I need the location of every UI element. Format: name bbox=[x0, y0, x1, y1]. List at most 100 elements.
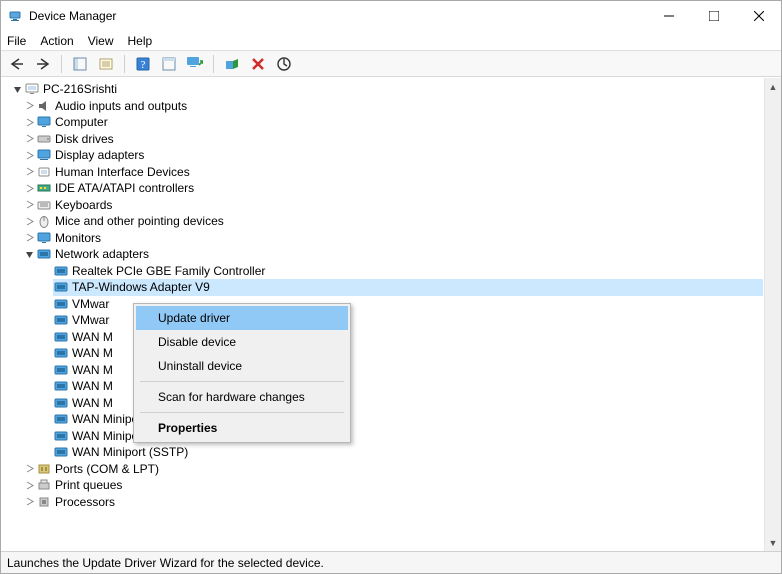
action-center-button[interactable] bbox=[157, 53, 181, 75]
help-button[interactable]: ? bbox=[131, 53, 155, 75]
scroll-up-icon[interactable]: ▲ bbox=[765, 78, 781, 95]
display-adapter-icon bbox=[36, 147, 52, 163]
hid-icon bbox=[36, 164, 52, 180]
tree-label: WAN M bbox=[72, 395, 113, 412]
enable-device-button[interactable] bbox=[220, 53, 244, 75]
keyboard-icon bbox=[36, 197, 52, 213]
menu-help[interactable]: Help bbox=[128, 34, 153, 48]
chevron-down-icon[interactable] bbox=[23, 248, 35, 260]
vertical-scrollbar[interactable]: ▲ ▼ bbox=[764, 78, 781, 551]
window-title: Device Manager bbox=[29, 9, 646, 23]
monitor-icon bbox=[36, 230, 52, 246]
processor-icon bbox=[36, 494, 52, 510]
tree-category[interactable]: Monitors bbox=[23, 230, 763, 247]
update-driver-button[interactable] bbox=[183, 53, 207, 75]
tree-category[interactable]: IDE ATA/ATAPI controllers bbox=[23, 180, 763, 197]
properties-button[interactable] bbox=[94, 53, 118, 75]
tree-label: WAN Miniport (SSTP) bbox=[72, 444, 188, 461]
tree-label: Ports (COM & LPT) bbox=[55, 461, 159, 478]
network-adapter-icon bbox=[53, 312, 69, 328]
tree-category[interactable]: Print queues bbox=[23, 477, 763, 494]
tree-label: VMwar bbox=[72, 312, 109, 329]
disk-drive-icon bbox=[36, 131, 52, 147]
tree-label: Network adapters bbox=[55, 246, 149, 263]
tree-device-selected[interactable]: TAP-Windows Adapter V9 bbox=[53, 279, 763, 296]
tree-label: Disk drives bbox=[55, 131, 114, 148]
show-hide-console-tree-button[interactable] bbox=[68, 53, 92, 75]
menu-action[interactable]: Action bbox=[40, 34, 73, 48]
context-menu: Update driver Disable device Uninstall d… bbox=[133, 303, 351, 443]
uninstall-device-button[interactable] bbox=[246, 53, 270, 75]
tree-label: Keyboards bbox=[55, 197, 112, 214]
scan-hardware-button[interactable] bbox=[272, 53, 296, 75]
chevron-right-icon[interactable] bbox=[23, 215, 35, 227]
network-adapter-icon bbox=[53, 362, 69, 378]
chevron-right-icon[interactable] bbox=[23, 182, 35, 194]
tree-label: Audio inputs and outputs bbox=[55, 98, 187, 115]
chevron-down-icon[interactable] bbox=[11, 83, 23, 95]
tree-root[interactable]: PC-216Srishti bbox=[11, 81, 763, 98]
mouse-icon bbox=[36, 213, 52, 229]
chevron-right-icon[interactable] bbox=[23, 166, 35, 178]
maximize-button[interactable] bbox=[691, 1, 736, 31]
tree-device[interactable]: WAN Miniport (SSTP) bbox=[53, 444, 763, 461]
back-button[interactable] bbox=[5, 53, 29, 75]
chevron-right-icon[interactable] bbox=[23, 100, 35, 112]
device-tree[interactable]: PC-216Srishti Audio inputs and outputs C… bbox=[1, 78, 763, 551]
tree-category[interactable]: Human Interface Devices bbox=[23, 164, 763, 181]
forward-button[interactable] bbox=[31, 53, 55, 75]
ctx-separator bbox=[140, 412, 344, 413]
tree-category[interactable]: Ports (COM & LPT) bbox=[23, 461, 763, 478]
title-bar: Device Manager bbox=[1, 1, 781, 31]
chevron-right-icon[interactable] bbox=[23, 496, 35, 508]
tree-category[interactable]: Computer bbox=[23, 114, 763, 131]
tree-device[interactable]: Realtek PCIe GBE Family Controller bbox=[53, 263, 763, 280]
tree-label: Monitors bbox=[55, 230, 101, 247]
tree-label: VMwar bbox=[72, 296, 109, 313]
network-adapter-icon bbox=[53, 345, 69, 361]
menu-file[interactable]: File bbox=[7, 34, 26, 48]
tree-label: WAN M bbox=[72, 329, 113, 346]
tree-label: WAN M bbox=[72, 362, 113, 379]
tree-category[interactable]: Mice and other pointing devices bbox=[23, 213, 763, 230]
network-adapter-icon bbox=[53, 296, 69, 312]
category-group: Audio inputs and outputs Computer Disk d… bbox=[11, 98, 763, 511]
chevron-right-icon[interactable] bbox=[23, 116, 35, 128]
tree-label: Human Interface Devices bbox=[55, 164, 190, 181]
tree-category[interactable]: Keyboards bbox=[23, 197, 763, 214]
network-adapter-icon bbox=[36, 246, 52, 262]
chevron-right-icon[interactable] bbox=[23, 199, 35, 211]
tree-category[interactable]: Processors bbox=[23, 494, 763, 511]
tree-label: Display adapters bbox=[55, 147, 144, 164]
status-bar: Launches the Update Driver Wizard for th… bbox=[1, 551, 781, 573]
close-button[interactable] bbox=[736, 1, 781, 31]
chevron-right-icon[interactable] bbox=[23, 149, 35, 161]
ide-controller-icon bbox=[36, 180, 52, 196]
ctx-update-driver[interactable]: Update driver bbox=[136, 306, 348, 330]
chevron-right-icon[interactable] bbox=[23, 479, 35, 491]
toolbar: ? bbox=[1, 51, 781, 77]
tree-label: Print queues bbox=[55, 477, 122, 494]
tree-category[interactable]: Display adapters bbox=[23, 147, 763, 164]
minimize-button[interactable] bbox=[646, 1, 691, 31]
tree-label: Mice and other pointing devices bbox=[55, 213, 224, 230]
tree-category-network-adapters[interactable]: Network adapters bbox=[23, 246, 763, 263]
tree-label: Computer bbox=[55, 114, 108, 131]
ctx-disable-device[interactable]: Disable device bbox=[136, 330, 348, 354]
tree-category[interactable]: Disk drives bbox=[23, 131, 763, 148]
ctx-properties[interactable]: Properties bbox=[136, 416, 348, 440]
scroll-down-icon[interactable]: ▼ bbox=[765, 534, 781, 551]
tree-label: Realtek PCIe GBE Family Controller bbox=[72, 263, 265, 280]
status-text: Launches the Update Driver Wizard for th… bbox=[7, 556, 324, 570]
tree-label: IDE ATA/ATAPI controllers bbox=[55, 180, 194, 197]
ctx-uninstall-device[interactable]: Uninstall device bbox=[136, 354, 348, 378]
tree-label: WAN M bbox=[72, 378, 113, 395]
chevron-right-icon[interactable] bbox=[23, 232, 35, 244]
tree-category[interactable]: Audio inputs and outputs bbox=[23, 98, 763, 115]
chevron-right-icon[interactable] bbox=[23, 133, 35, 145]
menu-bar: File Action View Help bbox=[1, 31, 781, 51]
tree-label: WAN M bbox=[72, 345, 113, 362]
menu-view[interactable]: View bbox=[88, 34, 114, 48]
chevron-right-icon[interactable] bbox=[23, 463, 35, 475]
ctx-scan-hardware[interactable]: Scan for hardware changes bbox=[136, 385, 348, 409]
